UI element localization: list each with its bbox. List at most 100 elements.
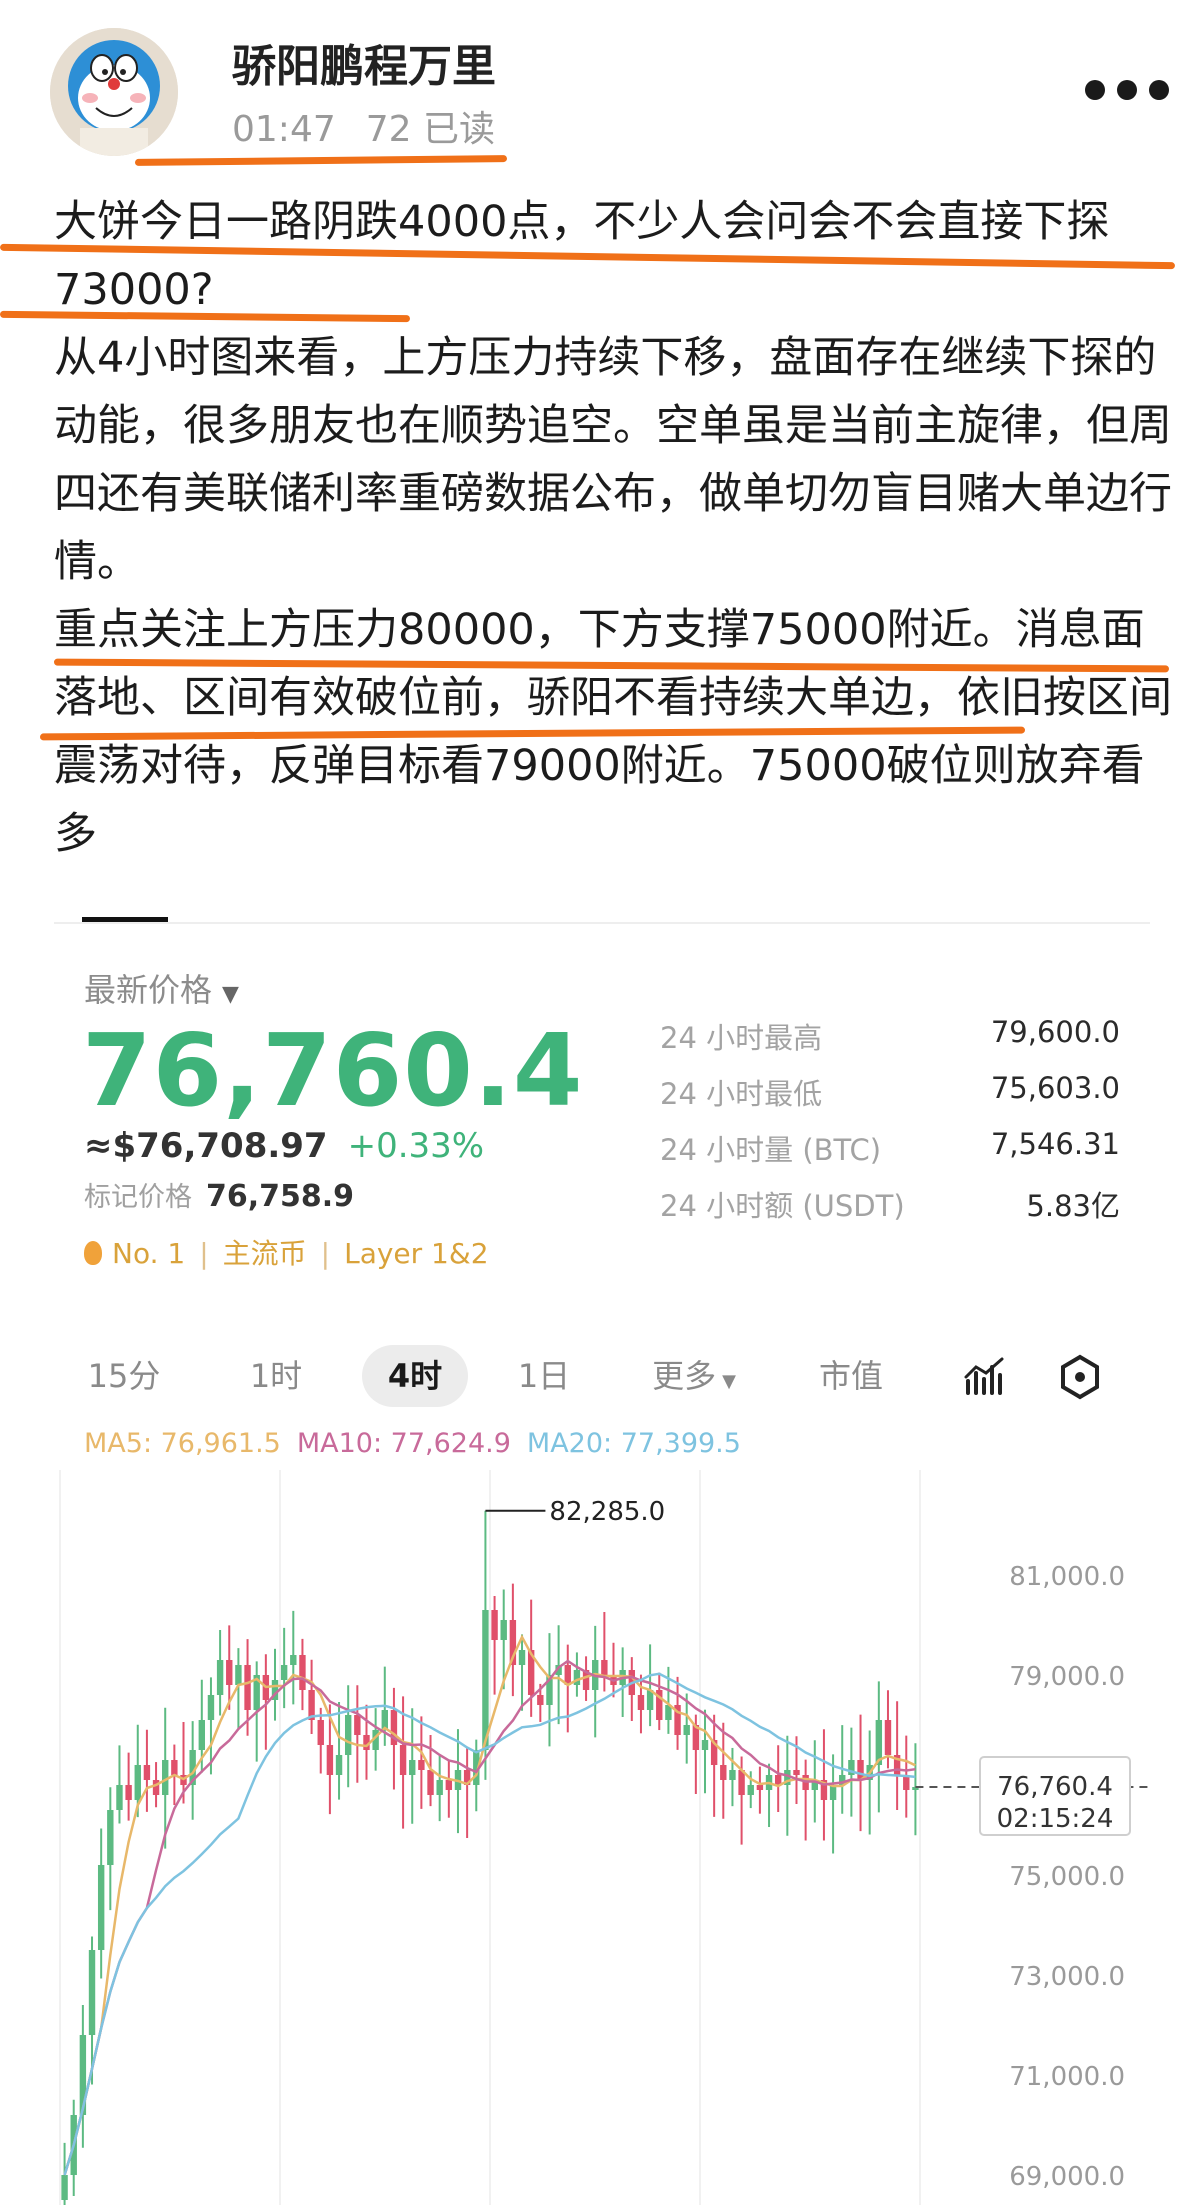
candle-body <box>436 1780 443 1795</box>
candle-body <box>326 1745 334 1775</box>
more-options-button[interactable] <box>1085 80 1195 106</box>
stat-row: 24 小时额 (USDT) 5.83亿 <box>660 1183 1120 1239</box>
stat-value: 79,600.0 <box>990 1015 1120 1049</box>
doraemon-avatar-icon <box>50 28 178 156</box>
tab-1d[interactable]: 1日 <box>504 1345 584 1407</box>
mark-price: 76,758.9 <box>206 1179 355 1214</box>
highlight-underline <box>134 155 508 166</box>
stat-label: 24 小时量 (BTC) <box>660 1133 882 1167</box>
candle-body <box>317 1720 324 1745</box>
stat-label: 24 小时最低 <box>660 1077 823 1111</box>
dot-icon <box>1149 80 1169 100</box>
y-tick-label: 71,000.0 <box>1009 2062 1125 2092</box>
post-paragraph: 大饼今日一路阴跌4000点，不少人会问会不会直接下探73000? <box>54 197 1110 315</box>
candle-body <box>518 1650 526 1665</box>
candle-body <box>537 1695 544 1705</box>
candle-body <box>280 1665 288 1680</box>
usd-price-row: ≈$76,708.97 +0.33% <box>84 1126 484 1166</box>
divider <box>54 922 1150 924</box>
latest-price-label-text: 最新价格 <box>84 971 213 1009</box>
candle-body <box>701 1740 709 1750</box>
avatar[interactable] <box>50 28 178 156</box>
stat-row: 24 小时最低 75,603.0 <box>660 1071 1120 1127</box>
stat-value: 5.83亿 <box>1026 1189 1120 1223</box>
post-body: 大饼今日一路阴跌4000点，不少人会问会不会直接下探73000? 从4小时图来看… <box>54 188 1174 868</box>
candle-body <box>354 1715 361 1735</box>
flame-icon <box>84 1241 102 1265</box>
candle-body <box>226 1660 233 1685</box>
last-price: 76,760.4 <box>82 1012 584 1129</box>
candle-body <box>134 1765 141 1800</box>
latest-price-label[interactable]: 最新价格 ▼ <box>84 965 239 1011</box>
candle-body <box>88 1950 96 2035</box>
author-name[interactable]: 骄阳鹏程万里 <box>232 30 496 94</box>
candle-body <box>427 1770 434 1795</box>
stat-value: 7,546.31 <box>990 1127 1120 1161</box>
candle-body <box>445 1780 453 1790</box>
candle-body <box>418 1760 425 1770</box>
post-paragraph: 从4小时图来看，上方压力持续下移，盘面存在继续下探的动能，很多朋友也在顺势追空。… <box>54 333 1172 587</box>
candle-body <box>747 1785 754 1795</box>
read-count: 72 已读 <box>365 109 496 150</box>
caret-down-icon: ▼ <box>222 982 239 1007</box>
tab-15m[interactable]: 15分 <box>84 1345 164 1407</box>
y-tick-label: 69,000.0 <box>1009 2162 1125 2192</box>
candle-body <box>500 1620 507 1640</box>
candle-body <box>491 1610 498 1640</box>
tab-more[interactable]: 更多 ▼ <box>634 1345 754 1407</box>
indicator-chart-icon[interactable] <box>962 1353 1010 1401</box>
candle-body <box>61 2175 68 2200</box>
y-tick-label: 81,000.0 <box>1009 1562 1125 1592</box>
candle-body <box>482 1610 489 1750</box>
price-change: +0.33% <box>347 1126 485 1166</box>
last-price-label: 76,760.4 <box>997 1772 1113 1802</box>
candle-body <box>729 1770 736 1780</box>
ma20-value: MA20: 77,399.5 <box>526 1428 741 1459</box>
candle-body <box>793 1770 800 1775</box>
caret-down-icon: ▼ <box>722 1371 736 1392</box>
post-paragraph: 重点关注上方压力80000，下方支撑75000附近。消息面落地、区间有效破位前，… <box>54 605 1172 859</box>
candle-body <box>97 1865 105 1950</box>
post-meta: 01:47 72 已读 <box>232 100 495 152</box>
tab-1h[interactable]: 1时 <box>236 1345 316 1407</box>
candle-body <box>198 1720 206 1750</box>
ticker-tags: No. 1 | 主流币 | Layer 1&2 <box>84 1232 489 1272</box>
stat-label: 24 小时额 (USDT) <box>660 1189 905 1223</box>
tab-market-cap[interactable]: 市值 <box>806 1345 896 1407</box>
candle-body <box>290 1655 297 1665</box>
dot-icon <box>1085 80 1105 100</box>
candle-body <box>125 1785 132 1800</box>
tag-rank[interactable]: No. 1 <box>112 1237 185 1270</box>
stat-row: 24 小时最高 79,600.0 <box>660 1015 1120 1071</box>
candle-body <box>756 1785 764 1790</box>
settings-hexagon-icon[interactable] <box>1056 1353 1104 1401</box>
candlestick-chart[interactable]: 81,000.079,000.077,000.075,000.073,000.0… <box>0 1470 1200 2205</box>
candle-body <box>683 1725 690 1735</box>
candle-body <box>884 1720 892 1755</box>
candle-body <box>573 1670 581 1685</box>
candle-body <box>116 1785 123 1810</box>
ma-legend: MA5: 76,961.5 MA10: 77,624.9 MA20: 77,399.… <box>84 1428 741 1459</box>
tag-mainstream[interactable]: 主流币 <box>223 1237 307 1270</box>
stat-value: 75,603.0 <box>990 1071 1120 1105</box>
usd-price: ≈$76,708.97 <box>84 1126 328 1166</box>
candle-body <box>235 1665 242 1685</box>
candle-body <box>409 1760 416 1775</box>
mark-price-row: 标记价格 76,758.9 <box>84 1175 354 1214</box>
candle-body <box>344 1715 352 1755</box>
candle-body <box>637 1695 645 1710</box>
tag-layer[interactable]: Layer 1&2 <box>344 1237 488 1270</box>
candle-body <box>107 1810 114 1865</box>
candle-body <box>152 1780 160 1795</box>
ticker-stats: 24 小时最高 79,600.0 24 小时最低 75,603.0 24 小时量 (… <box>660 1015 1120 1239</box>
y-tick-label: 75,000.0 <box>1009 1862 1125 1892</box>
stat-row: 24 小时量 (BTC) 7,546.31 <box>660 1127 1120 1183</box>
tab-more-label: 更多 <box>652 1357 717 1395</box>
candle-body <box>244 1665 251 1710</box>
candle-body <box>601 1660 608 1675</box>
candle-body <box>216 1660 224 1695</box>
candle-body <box>399 1745 407 1775</box>
y-tick-label: 73,000.0 <box>1009 1962 1125 1992</box>
countdown-label: 02:15:24 <box>997 1804 1114 1834</box>
tab-4h[interactable]: 4时 <box>362 1345 468 1407</box>
